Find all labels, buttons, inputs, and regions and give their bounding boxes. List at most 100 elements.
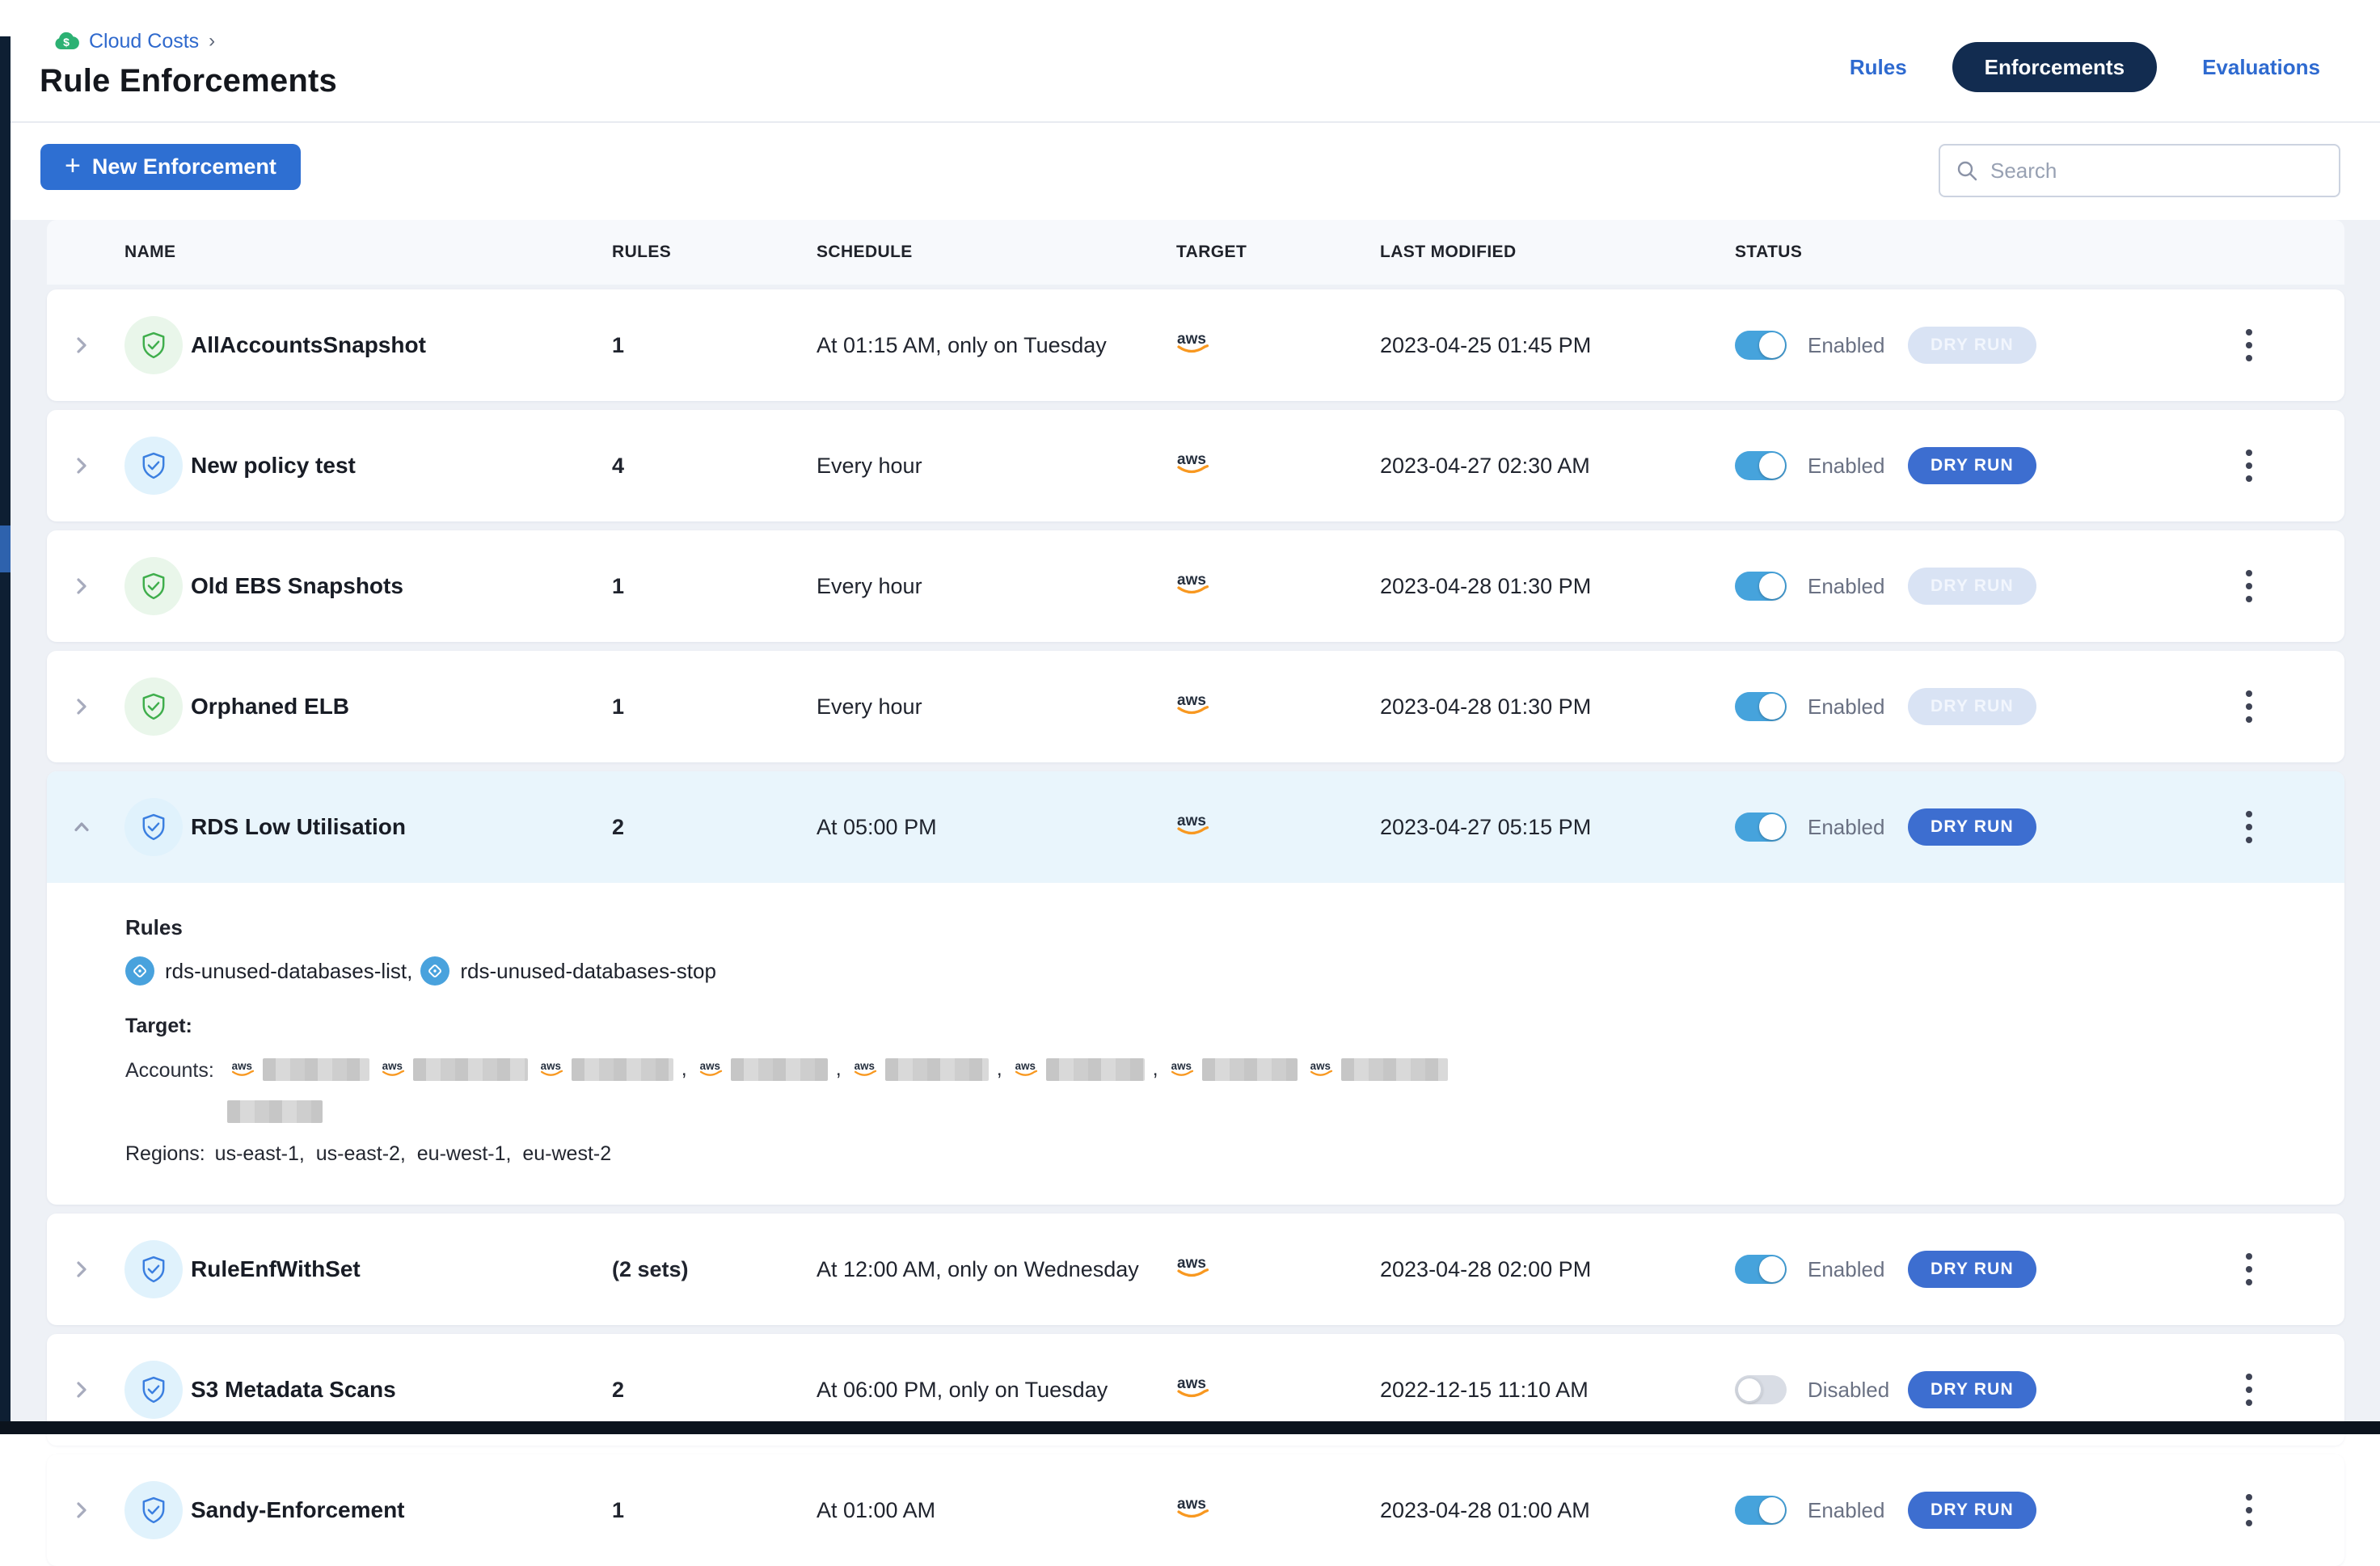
table-row: RDS Low Utilisation 2 At 05:00 PM aws 20… [47,771,2344,1205]
row-menu-kebab-icon[interactable] [2241,324,2344,366]
account-chips: aws aws aws , aws , aws , aws , aws aws [227,1057,1521,1123]
regions-label: Regions: [125,1142,205,1165]
redacted-account-chip: aws [1011,1058,1145,1081]
details-rules-label: Rules [125,915,2344,940]
expand-chevron-icon[interactable] [71,696,92,717]
expand-chevron-icon[interactable] [71,817,92,838]
status-cell: Enabled DRY RUN [1735,688,2230,725]
svg-text:aws: aws [1171,1060,1191,1072]
redacted-account-id [731,1058,828,1081]
expand-chevron-icon[interactable] [71,1259,92,1280]
svg-text:aws: aws [382,1060,402,1072]
row-menu-kebab-icon[interactable] [2241,806,2344,848]
table-row: AllAccountsSnapshot 1 At 01:15 AM, only … [47,289,2344,401]
table-row-main[interactable]: New policy test 4 Every hour aws 2023-04… [47,410,2344,521]
row-menu-kebab-icon[interactable] [2241,686,2344,728]
row-menu-kebab-icon[interactable] [2241,1369,2344,1411]
shield-check-icon [124,677,183,736]
column-header-status: STATUS [1735,243,2230,262]
redacted-account-chip: aws [1306,1058,1448,1081]
tab-rules[interactable]: Rules [1850,55,1907,80]
aws-logo-icon: aws [227,1060,258,1079]
table-row-main[interactable]: Sandy-Enforcement 1 At 01:00 AM aws 2023… [47,1454,2344,1566]
rule-chip-label: rds-unused-databases-list, [165,959,412,984]
header-divider [11,121,2380,123]
redacted-account-id [413,1058,528,1081]
table-row-main[interactable]: RDS Low Utilisation 2 At 05:00 PM aws 20… [47,771,2344,883]
table-row-main[interactable]: RuleEnfWithSet (2 sets) At 12:00 AM, onl… [47,1214,2344,1325]
enforcement-name: Sandy-Enforcement [191,1497,612,1523]
dry-run-badge: DRY RUN [1908,327,2036,364]
last-modified-text: 2023-04-28 02:00 PM [1380,1257,1735,1282]
new-enforcement-button[interactable]: + New Enforcement [40,144,301,190]
status-cell: Enabled DRY RUN [1735,1251,2230,1288]
rule-icon [420,956,449,986]
enforcement-name: RuleEnfWithSet [191,1256,612,1282]
column-header-schedule: SCHEDULE [817,243,1154,262]
aws-logo-icon: aws [1171,691,1214,719]
aws-logo-icon: aws [1171,1254,1214,1281]
rules-count: 2 [612,815,817,840]
regions-values: us-east-1, us-east-2, eu-west-1, eu-west… [215,1142,611,1165]
status-label: Enabled [1808,694,1908,720]
status-label: Enabled [1808,454,1908,479]
redacted-account-chip: aws [1167,1058,1298,1081]
search-input[interactable] [1990,158,2324,184]
rules-count: 1 [612,574,817,599]
expand-chevron-icon[interactable] [71,576,92,597]
expand-chevron-icon[interactable] [71,455,92,476]
enforcement-name: Old EBS Snapshots [191,573,612,599]
svg-text:aws: aws [1177,692,1206,709]
accounts-label: Accounts: [125,1059,214,1083]
aws-logo-icon: aws [850,1060,880,1079]
enforcement-name: AllAccountsSnapshot [191,332,612,358]
status-cell: Enabled DRY RUN [1735,447,2230,484]
row-menu-kebab-icon[interactable] [2241,1248,2344,1290]
table-row-main[interactable]: Old EBS Snapshots 1 Every hour aws 2023-… [47,530,2344,642]
enabled-toggle[interactable] [1735,451,1787,480]
expand-chevron-icon[interactable] [71,335,92,356]
schedule-text: At 12:00 AM, only on Wednesday [817,1257,1154,1282]
enabled-toggle[interactable] [1735,692,1787,721]
plus-icon: + [65,150,81,182]
row-menu-kebab-icon[interactable] [2241,445,2344,487]
enabled-toggle[interactable] [1735,1375,1787,1404]
shield-check-icon [124,798,183,856]
column-header-last-modified: LAST MODIFIED [1380,243,1735,262]
dry-run-badge: DRY RUN [1908,1251,2036,1288]
search-box [1939,144,2340,197]
row-menu-kebab-icon[interactable] [2241,1489,2344,1531]
new-enforcement-label: New Enforcement [92,154,276,179]
column-header-rules: RULES [612,243,817,262]
redacted-account-chip: aws [695,1058,828,1081]
enabled-toggle[interactable] [1735,1496,1787,1525]
expanded-row-details: Rules rds-unused-databases-list, rds-unu… [47,883,2344,1205]
aws-logo-icon: aws [1154,812,1380,843]
shield-check-icon [124,1240,183,1298]
shield-check-icon [124,1481,183,1539]
tab-enforcements-active[interactable]: Enforcements [1952,42,2157,92]
tab-evaluations[interactable]: Evaluations [2202,55,2320,80]
table-row-main[interactable]: AllAccountsSnapshot 1 At 01:15 AM, only … [47,289,2344,401]
enabled-toggle[interactable] [1735,813,1787,842]
enabled-toggle[interactable] [1735,1255,1787,1284]
enabled-toggle[interactable] [1735,331,1787,360]
expand-chevron-icon[interactable] [71,1379,92,1400]
rule-chip-label: rds-unused-databases-stop [460,959,716,984]
breadcrumb-chevron-icon: › [209,30,215,53]
rules-count: 2 [612,1378,817,1403]
enabled-toggle[interactable] [1735,572,1787,601]
toggle-knob [1759,1497,1785,1523]
view-tabs: Rules Enforcements Evaluations [1850,42,2320,92]
sidebar-scroll-indicator[interactable] [0,526,11,572]
toggle-knob [1759,694,1785,720]
table-row-main[interactable]: Orphaned ELB 1 Every hour aws 2023-04-28… [47,651,2344,762]
status-label: Enabled [1808,574,1908,599]
svg-text:aws: aws [1177,331,1206,348]
expand-chevron-icon[interactable] [71,1500,92,1521]
breadcrumb-cloud-costs-link[interactable]: Cloud Costs [89,30,199,53]
row-menu-kebab-icon[interactable] [2241,565,2344,607]
status-cell: Disabled DRY RUN [1735,1371,2230,1408]
cloud-costs-icon: $ [53,29,79,53]
rules-count: 1 [612,333,817,358]
